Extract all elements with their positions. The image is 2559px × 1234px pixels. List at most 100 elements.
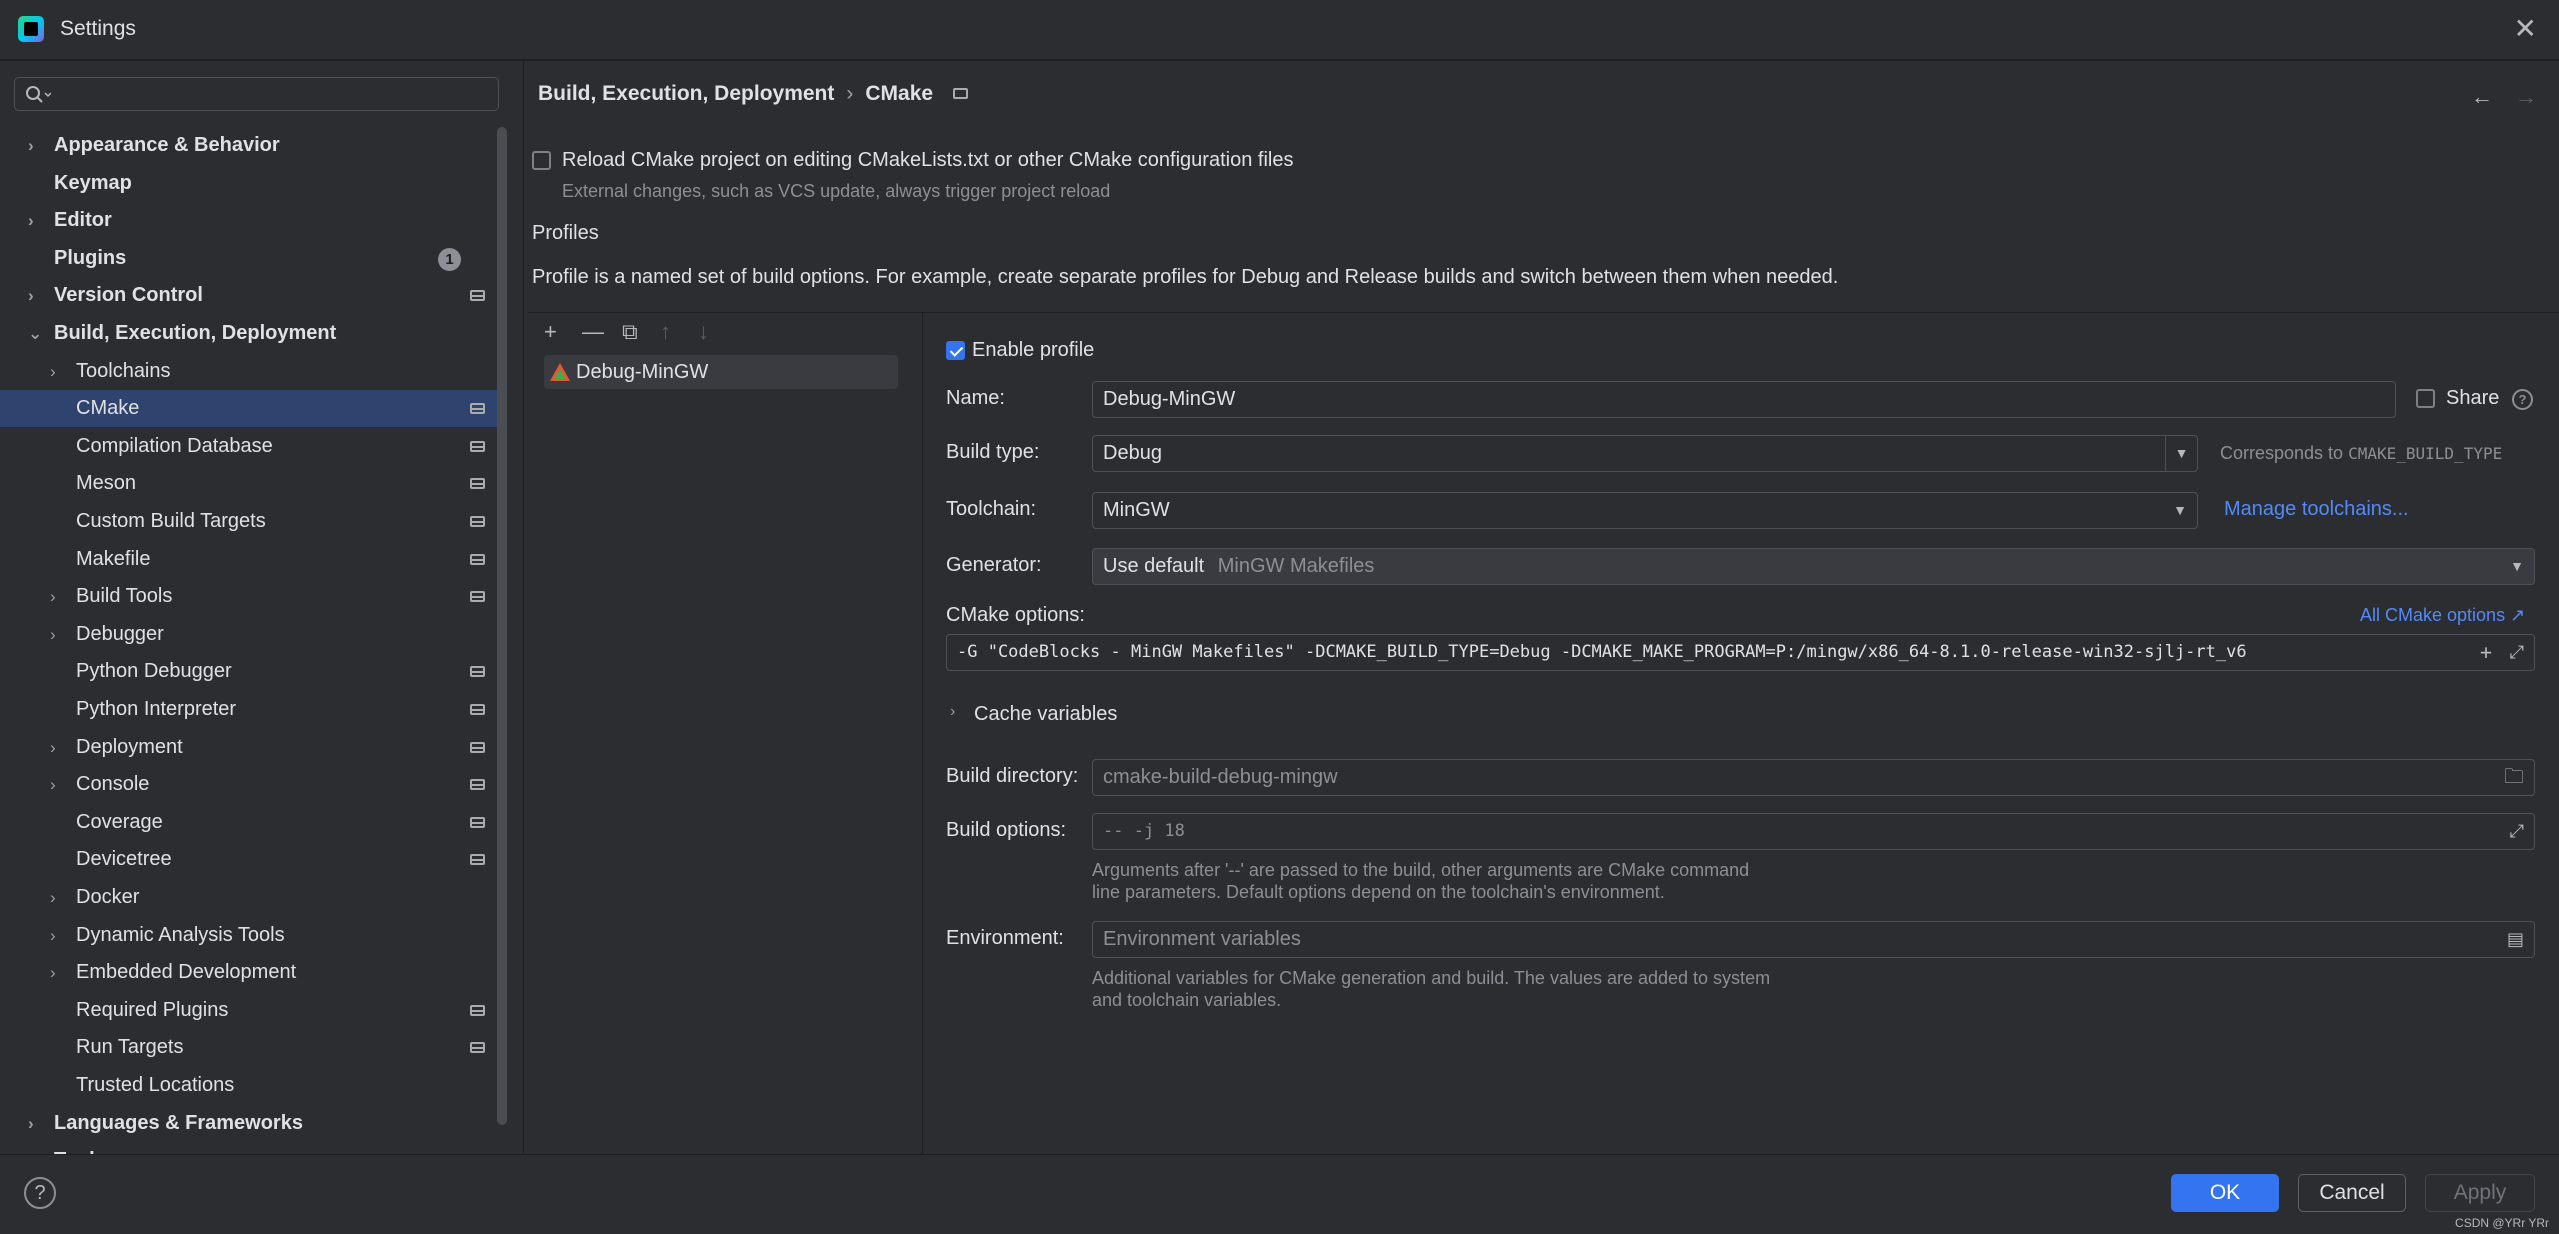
- chevron-right-icon[interactable]: ›: [50, 616, 56, 653]
- sidebar-item-debugger[interactable]: › Debugger: [0, 616, 500, 653]
- sidebar-item-keymap[interactable]: Keymap: [0, 165, 500, 202]
- sidebar-item-label: Trusted Locations: [76, 1074, 235, 1096]
- chevron-down-icon[interactable]: ⌄: [28, 315, 42, 352]
- edit-list-icon[interactable]: ▤: [2507, 922, 2524, 957]
- sidebar-scrollbar[interactable]: [497, 127, 507, 1125]
- environment-label: Environment:: [946, 927, 1064, 949]
- name-field[interactable]: Debug-MinGW: [1092, 381, 2396, 418]
- build-directory-placeholder: cmake-build-debug-mingw: [1103, 766, 1338, 788]
- enable-profile-checkbox[interactable]: [946, 341, 965, 360]
- project-scope-icon: [470, 779, 485, 791]
- chevron-down-icon[interactable]: ▼: [2165, 436, 2197, 471]
- sidebar-item-required-plugins[interactable]: Required Plugins: [0, 992, 500, 1029]
- profiles-heading: Profiles: [532, 222, 599, 244]
- chevron-down-icon[interactable]: ▼: [2510, 549, 2524, 584]
- reload-cmake-label: Reload CMake project on editing CMakeLis…: [562, 149, 1294, 171]
- forward-arrow-icon[interactable]: →: [2515, 84, 2537, 109]
- project-scope-icon: [470, 553, 485, 565]
- build-type-combo[interactable]: Debug ▼: [1092, 435, 2198, 472]
- reload-cmake-checkbox[interactable]: [532, 151, 551, 170]
- chevron-right-icon[interactable]: ›: [50, 766, 56, 803]
- folder-icon[interactable]: 🗀: [2504, 760, 2524, 795]
- all-cmake-options-link[interactable]: All CMake options ↗: [2360, 605, 2525, 626]
- sidebar-item-coverage[interactable]: Coverage: [0, 804, 500, 841]
- ok-button[interactable]: OK: [2171, 1174, 2279, 1212]
- chevron-right-icon[interactable]: ›: [50, 353, 56, 390]
- cancel-button[interactable]: Cancel: [2298, 1174, 2406, 1212]
- toolchain-combo[interactable]: MinGW ▼: [1092, 492, 2198, 529]
- remove-profile-icon[interactable]: —: [582, 319, 604, 345]
- build-options-hint-line2: line parameters. Default options depend …: [1092, 882, 1665, 902]
- sidebar-item-devicetree[interactable]: Devicetree: [0, 841, 500, 878]
- expand-icon[interactable]: ⤢: [2510, 635, 2524, 670]
- profile-list-item[interactable]: Debug-MinGW: [544, 355, 898, 389]
- sidebar-item-trusted-locations[interactable]: Trusted Locations: [0, 1067, 500, 1104]
- move-down-icon[interactable]: ↓: [698, 319, 709, 345]
- watermark: CSDN @YRr YRr: [2455, 1216, 2549, 1230]
- environment-field[interactable]: Environment variables ▤: [1092, 921, 2535, 958]
- help-icon[interactable]: ?: [2512, 389, 2533, 410]
- sidebar-item-custom-build-targets[interactable]: Custom Build Targets: [0, 503, 500, 540]
- chevron-right-icon[interactable]: ›: [50, 954, 56, 991]
- expand-icon[interactable]: ⤢: [2510, 814, 2524, 849]
- sidebar-item-embedded-development[interactable]: › Embedded Development: [0, 954, 500, 991]
- sidebar-item-dynamic-analysis-tools[interactable]: › Dynamic Analysis Tools: [0, 917, 500, 954]
- copy-profile-icon[interactable]: ⧉: [622, 319, 638, 345]
- generator-combo[interactable]: Use default MinGW Makefiles ▼: [1092, 548, 2535, 585]
- sidebar-item-tools[interactable]: › Tools: [0, 1142, 500, 1154]
- chevron-right-icon[interactable]: ›: [28, 202, 34, 239]
- environment-placeholder: Environment variables: [1103, 928, 1301, 950]
- build-options-field[interactable]: -- -j 18 ⤢: [1092, 813, 2535, 850]
- sidebar-item-docker[interactable]: › Docker: [0, 879, 500, 916]
- sidebar-item-label: Meson: [76, 472, 137, 495]
- sidebar-item-plugins[interactable]: Plugins 1: [0, 240, 500, 277]
- plus-icon[interactable]: +: [2480, 635, 2492, 670]
- sidebar-item-languages-frameworks[interactable]: › Languages & Frameworks: [0, 1105, 500, 1142]
- sidebar-item-label: Console: [76, 773, 150, 796]
- chevron-right-icon[interactable]: ›: [50, 729, 56, 766]
- cache-variables-toggle[interactable]: Cache variables: [974, 703, 1117, 726]
- chevron-right-icon[interactable]: ›: [50, 879, 56, 916]
- sidebar-item-deployment[interactable]: › Deployment: [0, 729, 500, 766]
- sidebar-item-makefile[interactable]: Makefile: [0, 541, 500, 578]
- sidebar-item-appearance-behavior[interactable]: › Appearance & Behavior: [0, 127, 500, 164]
- move-up-icon[interactable]: ↑: [660, 319, 671, 345]
- share-checkbox[interactable]: [2416, 389, 2435, 408]
- sidebar-item-python-debugger[interactable]: Python Debugger: [0, 653, 500, 690]
- chevron-right-icon[interactable]: ›: [28, 1105, 34, 1142]
- sidebar-item-cmake[interactable]: CMake: [0, 390, 500, 428]
- close-icon[interactable]: ✕: [2514, 14, 2537, 44]
- sidebar-item-python-interpreter[interactable]: Python Interpreter: [0, 691, 500, 728]
- sidebar-item-label: Devicetree: [76, 848, 172, 871]
- help-button[interactable]: ?: [24, 1177, 56, 1209]
- cmake-options-field[interactable]: -G "CodeBlocks - MinGW Makefiles" -DCMAK…: [946, 634, 2535, 671]
- search-input[interactable]: [14, 77, 499, 111]
- sidebar-item-build-execution-deployment[interactable]: ⌄ Build, Execution, Deployment: [0, 315, 500, 352]
- sidebar-item-version-control[interactable]: › Version Control: [0, 277, 500, 314]
- sidebar-item-meson[interactable]: Meson: [0, 465, 500, 502]
- sidebar-item-label: Build, Execution, Deployment: [54, 322, 337, 344]
- breadcrumb-parent[interactable]: Build, Execution, Deployment: [538, 82, 834, 105]
- sidebar-item-console[interactable]: › Console: [0, 766, 500, 803]
- sidebar-item-compilation-database[interactable]: Compilation Database: [0, 428, 500, 465]
- sidebar-item-label: Python Interpreter: [76, 698, 237, 720]
- name-label: Name:: [946, 387, 1005, 409]
- toolchain-value: MinGW: [1103, 499, 1170, 521]
- sidebar-item-toolchains[interactable]: › Toolchains: [0, 353, 500, 390]
- sidebar-item-label: Embedded Development: [76, 961, 297, 984]
- chevron-right-icon[interactable]: ›: [50, 578, 56, 615]
- add-profile-icon[interactable]: +: [544, 319, 557, 345]
- back-arrow-icon[interactable]: ←: [2471, 84, 2493, 109]
- chevron-right-icon[interactable]: ›: [50, 917, 56, 954]
- sidebar-item-build-tools[interactable]: › Build Tools: [0, 578, 500, 615]
- sidebar-item-run-targets[interactable]: Run Targets: [0, 1029, 500, 1066]
- build-directory-field[interactable]: cmake-build-debug-mingw 🗀: [1092, 759, 2535, 796]
- chevron-down-icon[interactable]: ▼: [2173, 493, 2187, 528]
- apply-button[interactable]: Apply: [2425, 1174, 2535, 1212]
- manage-toolchains-link[interactable]: Manage toolchains...: [2224, 498, 2409, 521]
- sidebar-item-editor[interactable]: › Editor: [0, 202, 500, 239]
- chevron-right-icon[interactable]: ›: [28, 1142, 34, 1154]
- chevron-right-icon[interactable]: ›: [28, 127, 34, 164]
- chevron-right-icon[interactable]: ›: [28, 277, 34, 314]
- chevron-right-icon[interactable]: ›: [950, 703, 955, 721]
